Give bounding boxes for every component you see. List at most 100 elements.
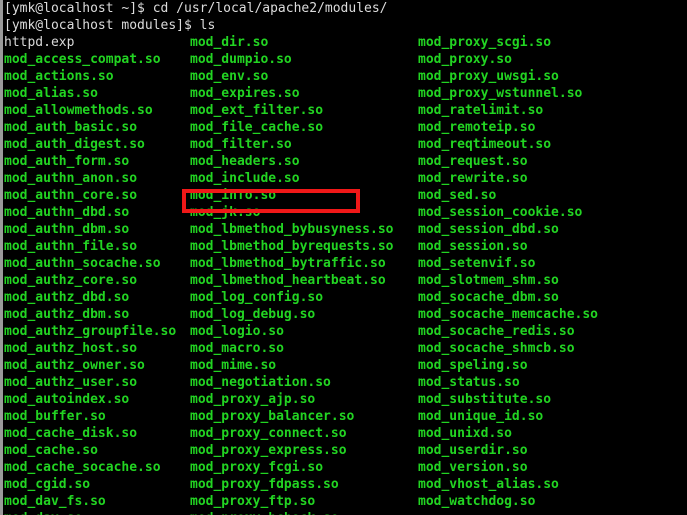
file-entry: mod_lbmethod_bytraffic.so <box>190 256 386 271</box>
file-listing-row: mod_authz_groupfile.so mod_logio.so mod_so… <box>4 323 687 340</box>
file-listing-row: mod_cache_socache.so mod_proxy_fcgi.so mod… <box>4 459 687 476</box>
file-entry: mod_watchdog.so <box>418 494 536 509</box>
file-entry: mod_session_cookie.so <box>418 205 583 220</box>
file-entry: mod_ext_filter.so <box>190 103 324 118</box>
file-entry: mod_mime.so <box>190 358 277 373</box>
file-listing-row: mod_cgid.so mod_proxy_fdpass.so mod_vhost_… <box>4 476 687 493</box>
file-entry: mod_expires.so <box>190 86 300 101</box>
file-entry: mod_log_debug.so <box>190 307 316 322</box>
file-entry: mod_setenvif.so <box>418 256 536 271</box>
window-left-gutter <box>0 0 3 515</box>
file-entry: mod_cgid.so <box>4 477 91 492</box>
file-entry: mod_auth_digest.so <box>4 137 145 152</box>
file-entry: mod_proxy_ajp.so <box>190 392 316 407</box>
file-entry: mod_file_cache.so <box>190 120 324 135</box>
file-entry: mod_lbmethod_bybusyness.so <box>190 222 394 237</box>
file-entry: mod_lbmethod_byrequests.so <box>190 239 394 254</box>
file-entry: mod_authz_user.so <box>4 375 138 390</box>
file-entry: mod_proxy_express.so <box>190 443 347 458</box>
file-entry: mod_negotiation.so <box>190 375 331 390</box>
file-entry: mod_socache_redis.so <box>418 324 575 339</box>
file-listing-row: mod_alias.so mod_expires.so mod_proxy_wstu… <box>4 85 687 102</box>
file-entry: mod_env.so <box>190 69 269 84</box>
file-entry: mod_reqtimeout.so <box>418 137 552 152</box>
file-entry: mod_autoindex.so <box>4 392 130 407</box>
file-entry: mod_authn_dbm.so <box>4 222 130 237</box>
file-entry: mod_cache.so <box>4 443 98 458</box>
file-entry: mod_alias.so <box>4 86 98 101</box>
file-listing: httpd.exp mod_dir.so mod_proxy_scgi.so mod_… <box>4 34 687 515</box>
file-listing-row: mod_autoindex.so mod_proxy_ajp.so mod_subs… <box>4 391 687 408</box>
file-entry: mod_authz_groupfile.so <box>4 324 177 339</box>
file-entry: mod_session.so <box>418 239 528 254</box>
file-listing-row: mod_dav.so mod_proxy_hcheck.so <box>4 510 687 515</box>
file-listing-row: mod_cache_disk.so mod_proxy_connect.so mod… <box>4 425 687 442</box>
file-entry: mod_userdir.so <box>418 443 528 458</box>
file-listing-row: mod_authn_dbm.so mod_lbmethod_bybusyness.… <box>4 221 687 238</box>
file-listing-row: mod_authz_owner.so mod_mime.so mod_speling… <box>4 357 687 374</box>
file-entry: mod_proxy_uwsgi.so <box>418 69 559 84</box>
file-entry: mod_authn_anon.so <box>4 171 138 186</box>
file-entry: mod_dav.so <box>4 510 82 515</box>
file-entry: mod_rewrite.so <box>418 171 528 186</box>
file-entry: mod_dav_fs.so <box>4 494 106 509</box>
file-entry: mod_dir.so <box>190 35 269 50</box>
file-entry: mod_request.so <box>418 154 528 169</box>
file-listing-row: mod_authn_core.so mod_info.so mod_sed.so <box>4 187 687 204</box>
file-entry: mod_ratelimit.so <box>418 103 544 118</box>
file-entry: mod_allowmethods.so <box>4 103 153 118</box>
file-entry: mod_info.so <box>190 188 277 203</box>
file-entry: mod_proxy_scgi.so <box>418 35 552 50</box>
file-entry: mod_status.so <box>418 375 520 390</box>
file-listing-row: httpd.exp mod_dir.so mod_proxy_scgi.so <box>4 34 687 51</box>
file-entry: mod_socache_dbm.so <box>418 290 559 305</box>
file-listing-row: mod_actions.so mod_env.so mod_proxy_uwsgi.… <box>4 68 687 85</box>
file-entry: mod_cache_disk.so <box>4 426 138 441</box>
file-entry: mod_access_compat.so <box>4 52 161 67</box>
file-entry: mod_authz_host.so <box>4 341 138 356</box>
file-entry: mod_proxy_fdpass.so <box>190 477 339 492</box>
file-entry: mod_session_dbd.so <box>418 222 559 237</box>
file-entry: mod_jk.so <box>190 205 261 220</box>
file-listing-row: mod_authz_dbm.so mod_log_debug.so mod_soca… <box>4 306 687 323</box>
file-entry: httpd.exp <box>4 35 75 50</box>
file-entry: mod_buffer.so <box>4 409 106 424</box>
terminal-window[interactable]: [ymk@localhost ~]$ cd /usr/local/apache2… <box>0 0 687 515</box>
file-entry: mod_unique_id.so <box>418 409 544 424</box>
file-entry: mod_substitute.so <box>418 392 552 407</box>
file-listing-row: mod_authz_dbd.so mod_log_config.so mod_soc… <box>4 289 687 306</box>
file-entry: mod_logio.so <box>190 324 284 339</box>
file-entry: mod_unixd.so <box>418 426 512 441</box>
file-listing-row: mod_auth_digest.so mod_filter.so mod_reqti… <box>4 136 687 153</box>
file-entry: mod_socache_memcache.so <box>418 307 599 322</box>
prompt-line-cd: [ymk@localhost ~]$ cd /usr/local/apache2… <box>4 1 388 16</box>
file-entry: mod_include.so <box>190 171 300 186</box>
file-listing-row: mod_authz_core.so mod_lbmethod_heartbeat.… <box>4 272 687 289</box>
file-entry: mod_slotmem_shm.so <box>418 273 559 288</box>
file-entry: mod_sed.so <box>418 188 497 203</box>
file-entry: mod_socache_shmcb.so <box>418 341 575 356</box>
file-entry: mod_proxy_wstunnel.so <box>418 86 583 101</box>
file-listing-row: mod_authz_host.so mod_macro.so mod_socache… <box>4 340 687 357</box>
file-entry: mod_auth_form.so <box>4 154 130 169</box>
file-listing-row: mod_allowmethods.so mod_ext_filter.so mod_… <box>4 102 687 119</box>
file-entry: mod_headers.so <box>190 154 300 169</box>
file-entry: mod_cache_socache.so <box>4 460 161 475</box>
file-listing-row: mod_authn_socache.so mod_lbmethod_bytraff… <box>4 255 687 272</box>
file-entry: mod_log_config.so <box>190 290 324 305</box>
file-entry: mod_authz_owner.so <box>4 358 145 373</box>
file-entry: mod_proxy_hcheck.so <box>190 510 339 515</box>
file-entry: mod_filter.so <box>190 137 292 152</box>
file-listing-row: mod_authn_anon.so mod_include.so mod_rewri… <box>4 170 687 187</box>
file-entry: mod_authz_dbd.so <box>4 290 130 305</box>
file-entry: mod_proxy.so <box>418 52 512 67</box>
file-entry: mod_authn_file.so <box>4 239 138 254</box>
file-entry: mod_authn_dbd.so <box>4 205 130 220</box>
file-listing-row: mod_access_compat.so mod_dumpio.so mod_pro… <box>4 51 687 68</box>
file-listing-row: mod_cache.so mod_proxy_express.so mod_user… <box>4 442 687 459</box>
file-listing-row: mod_auth_form.so mod_headers.so mod_reques… <box>4 153 687 170</box>
file-entry: mod_macro.so <box>190 341 284 356</box>
file-listing-row: mod_auth_basic.so mod_file_cache.so mod_re… <box>4 119 687 136</box>
file-listing-row: mod_authn_file.so mod_lbmethod_byrequests… <box>4 238 687 255</box>
terminal-screen[interactable]: [ymk@localhost ~]$ cd /usr/local/apache2… <box>4 0 687 515</box>
